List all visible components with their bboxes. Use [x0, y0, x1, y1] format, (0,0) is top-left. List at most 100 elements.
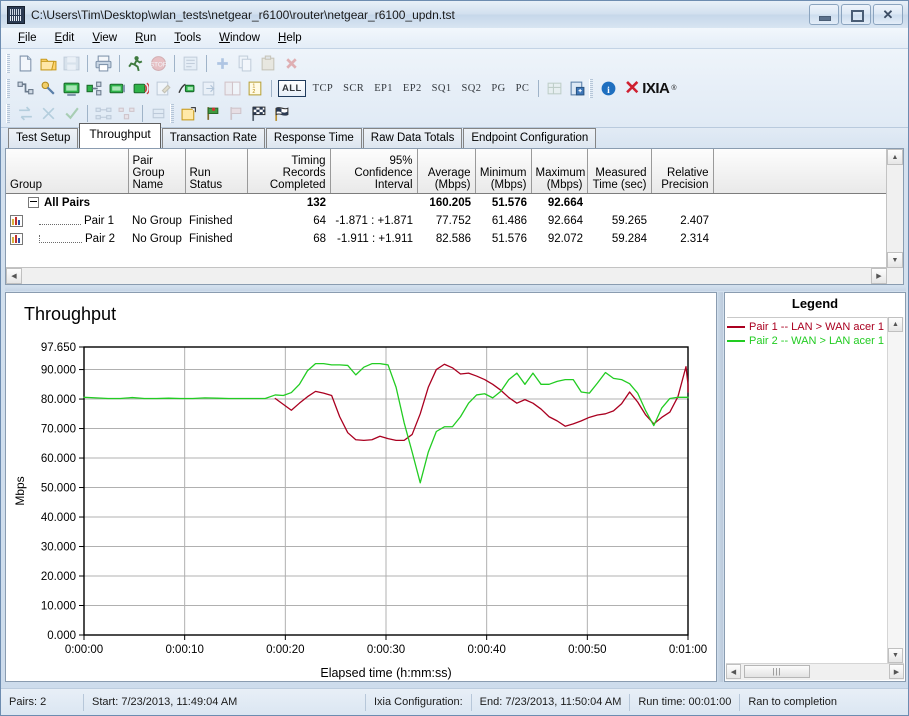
new-test-button[interactable]: [14, 53, 37, 75]
line-numbers-icon[interactable]: 12: [244, 78, 267, 100]
edit-script-icon[interactable]: [152, 78, 175, 100]
maximize-button[interactable]: [841, 4, 871, 25]
scroll-down-arrow[interactable]: ▼: [887, 252, 903, 268]
grid-view-icon[interactable]: [543, 78, 566, 100]
run-test-button[interactable]: [124, 53, 147, 75]
compare-charts-icon[interactable]: [175, 78, 198, 100]
properties-button[interactable]: [179, 53, 202, 75]
scroll-up-arrow[interactable]: ▲: [887, 149, 903, 165]
minimize-button[interactable]: [809, 4, 839, 25]
delete-button[interactable]: [280, 53, 303, 75]
legend-entry[interactable]: Pair 1 -- LAN > WAN acer 1: [727, 320, 887, 334]
stop-flag-icon[interactable]: [224, 103, 247, 125]
add-pair-button[interactable]: [211, 53, 234, 75]
stop-test-button[interactable]: STOP: [147, 53, 170, 75]
menu-run[interactable]: Run: [126, 30, 165, 46]
paste-button[interactable]: [257, 53, 280, 75]
tab-response-time[interactable]: Response Time: [265, 128, 362, 149]
save-test-button[interactable]: [60, 53, 83, 75]
toolbar-grip[interactable]: [589, 79, 594, 98]
legend-scroll-up-arrow[interactable]: ▲: [888, 317, 903, 332]
table-row[interactable]: Pair 2 No Group Finished 68 -1.911 : +1.…: [6, 230, 886, 248]
connect-icon[interactable]: [37, 78, 60, 100]
ungroup-pairs-icon[interactable]: [115, 103, 138, 125]
horizontal-splitter[interactable]: [5, 286, 906, 291]
col-confidence-interval[interactable]: 95% Confidence Interval: [330, 149, 418, 194]
filter-tcp-button[interactable]: TCP: [308, 82, 338, 95]
menu-file[interactable]: File: [9, 30, 46, 46]
col-pair-group-name[interactable]: Pair Group Name: [128, 149, 186, 194]
legend-horizontal-scrollbar[interactable]: ◀ ||| ▶: [726, 663, 904, 680]
menu-tools[interactable]: Tools: [165, 30, 210, 46]
response-time-icon[interactable]: [106, 78, 129, 100]
col-maximum[interactable]: Maximum (Mbps): [531, 149, 588, 194]
print-button[interactable]: [92, 53, 115, 75]
legend-vertical-scrollbar[interactable]: ▲ ▼: [887, 317, 904, 663]
tab-throughput[interactable]: Throughput: [79, 123, 161, 148]
filter-pg-button[interactable]: PG: [486, 82, 510, 95]
filter-all-button[interactable]: ALL: [278, 80, 306, 97]
transaction-rate-icon[interactable]: [83, 78, 106, 100]
throughput-plot[interactable]: 0.000 10.000 20.000 30.000 40.000 50.000 60.00…: [6, 293, 716, 681]
raw-data-icon[interactable]: [129, 78, 152, 100]
info-icon[interactable]: i: [597, 78, 620, 100]
tab-transaction-rate[interactable]: Transaction Rate: [161, 128, 265, 149]
col-run-status[interactable]: Run Status: [185, 149, 248, 194]
export-report-icon[interactable]: [566, 78, 589, 100]
validate-icon[interactable]: [60, 103, 83, 125]
table-row[interactable]: Pair 1 No Group Finished 64 -1.871 : +1.…: [6, 212, 886, 230]
sort-pairs-icon[interactable]: [147, 103, 170, 125]
swap-direction-icon[interactable]: [37, 103, 60, 125]
throughput-chart-icon[interactable]: [60, 78, 83, 100]
filter-sq2-button[interactable]: SQ2: [457, 82, 487, 95]
tab-raw-data-totals[interactable]: Raw Data Totals: [362, 128, 463, 149]
close-button[interactable]: ✕: [873, 4, 903, 25]
table-row[interactable]: All Pairs 132 160.205 51.576 92.664: [6, 194, 886, 213]
tab-test-setup[interactable]: Test Setup: [8, 128, 79, 149]
checkered-flag-icon[interactable]: [247, 103, 270, 125]
compare-pages-icon[interactable]: [221, 78, 244, 100]
toolbar-grip[interactable]: [6, 54, 10, 73]
finish-flag-icon[interactable]: [270, 103, 293, 125]
filter-scr-button[interactable]: SCR: [338, 82, 369, 95]
cell-group[interactable]: Pair 1: [6, 212, 128, 230]
table-horizontal-scrollbar[interactable]: ◀ ▶: [6, 267, 887, 284]
legend-scroll-right-arrow[interactable]: ▶: [889, 664, 904, 679]
toolbar-grip[interactable]: [6, 104, 10, 123]
col-average[interactable]: Average (Mbps): [417, 149, 476, 194]
legend-scroll-down-arrow[interactable]: ▼: [888, 648, 903, 663]
filter-pc-button[interactable]: PC: [511, 82, 535, 95]
tab-endpoint-configuration[interactable]: Endpoint Configuration: [463, 128, 597, 149]
run-options-icon[interactable]: [178, 103, 201, 125]
legend-entry[interactable]: Pair 2 -- WAN > LAN acer 1: [727, 334, 887, 348]
swap-endpoints-icon[interactable]: [14, 103, 37, 125]
filter-ep1-button[interactable]: EP1: [369, 82, 398, 95]
endpoint-pair-icon[interactable]: [14, 78, 37, 100]
filter-ep2-button[interactable]: EP2: [398, 82, 427, 95]
col-measured-time[interactable]: Measured Time (sec): [587, 149, 652, 194]
group-pairs-icon[interactable]: [92, 103, 115, 125]
table-vertical-scrollbar[interactable]: ▲ ▼: [886, 149, 903, 268]
export-icon[interactable]: [198, 78, 221, 100]
scroll-right-arrow[interactable]: ▶: [871, 268, 887, 284]
menu-edit[interactable]: Edit: [46, 30, 84, 46]
menu-window[interactable]: Window: [210, 30, 269, 46]
menu-help[interactable]: Help: [269, 30, 311, 46]
vertical-splitter[interactable]: [718, 292, 723, 682]
menu-view[interactable]: View: [83, 30, 126, 46]
cell-group[interactable]: All Pairs: [6, 194, 128, 213]
legend-scroll-thumb[interactable]: |||: [744, 665, 810, 678]
toolbar-grip[interactable]: [6, 79, 10, 98]
cell-group[interactable]: Pair 2: [6, 230, 128, 248]
copy-button[interactable]: [234, 53, 257, 75]
col-relative-precision[interactable]: Relative Precision: [651, 149, 714, 194]
collapse-icon[interactable]: [28, 197, 39, 209]
legend-scroll-left-arrow[interactable]: ◀: [726, 664, 741, 679]
filter-sq1-button[interactable]: SQ1: [427, 82, 457, 95]
col-minimum[interactable]: Minimum (Mbps): [475, 149, 532, 194]
open-test-button[interactable]: [37, 53, 60, 75]
scroll-left-arrow[interactable]: ◀: [6, 268, 22, 284]
toolbar-grip[interactable]: [170, 104, 174, 123]
run-flag-icon[interactable]: [201, 103, 224, 125]
col-group[interactable]: Group: [6, 149, 129, 194]
